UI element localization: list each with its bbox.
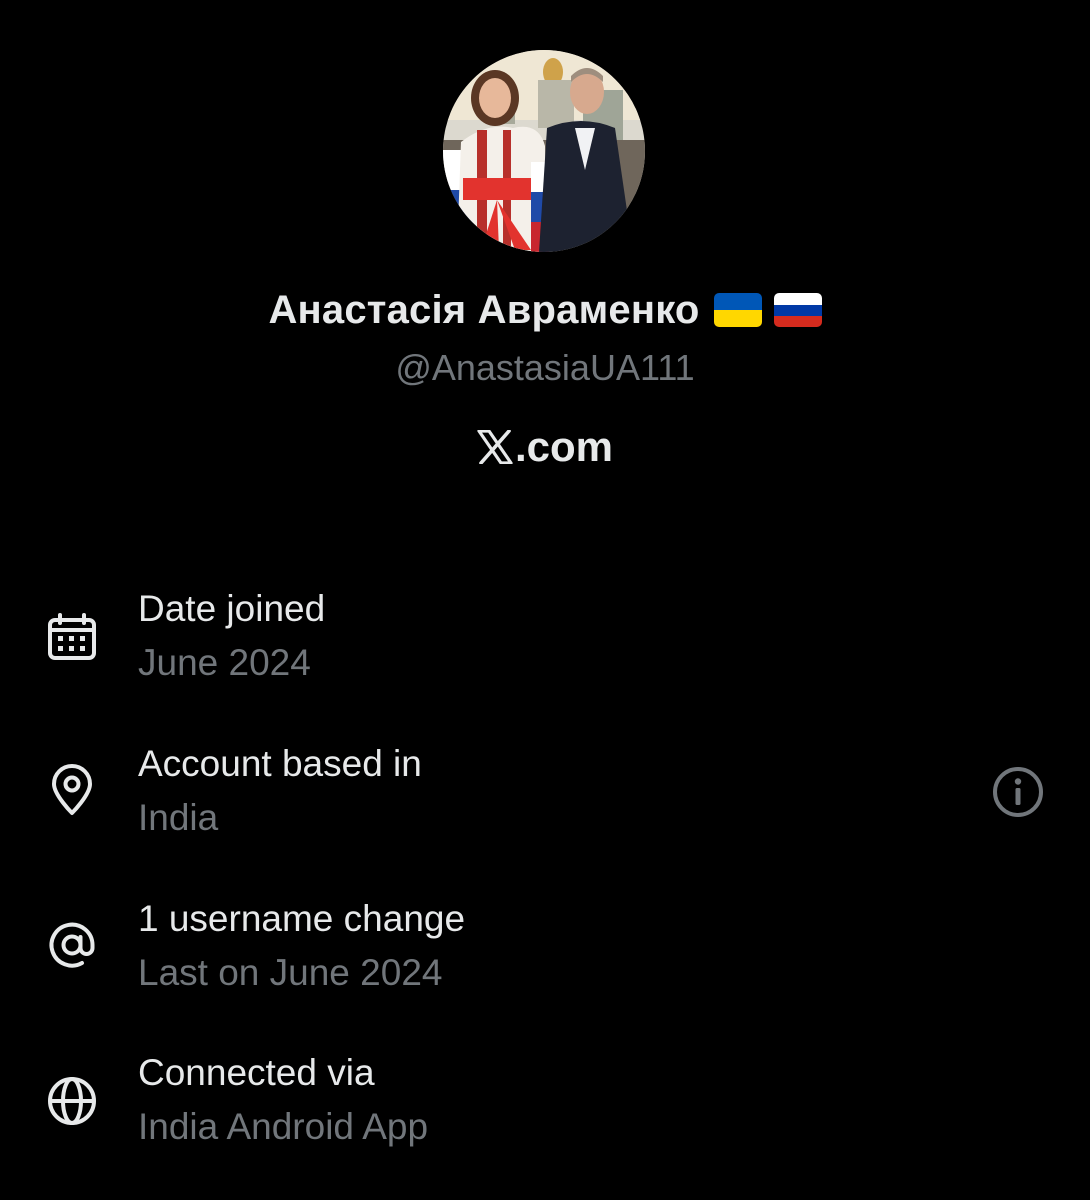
x-logo-icon [477,430,513,464]
flag-emojis [713,286,822,331]
profile-display-name-row: Анастасія Авраменко [0,288,1090,335]
info-icon[interactable] [990,764,1046,820]
date-joined-value: June 2024 [138,642,311,683]
flag-ukraine-icon [713,293,762,328]
profile-display-name: Анастасія Авраменко [268,288,700,332]
account-based-in-label: Account based in [138,743,422,784]
profile-avatar[interactable] [443,50,645,252]
account-based-in-value: India [138,797,219,838]
username-change-value: Last on June 2024 [138,952,443,993]
info-row-date-joined: Date joined June 2024 [0,588,1090,708]
info-row-connected-via: Connected via India Android App [0,1052,1090,1172]
profile-handle: @AnastasiaUA111 [395,347,695,388]
connected-via-value: India Android App [138,1106,429,1147]
at-sign-icon [49,922,95,968]
flag-russia-icon [773,293,822,328]
source-domain: .com [514,423,614,470]
globe-icon [48,1077,96,1125]
calendar-icon [48,613,96,660]
avatar-photo [443,50,645,252]
info-row-username-change: 1 username change Last on June 2024 [0,898,1090,1018]
info-row-account-based-in: Account based in India [0,743,1090,863]
date-joined-label: Date joined [138,588,326,629]
connected-via-label: Connected via [138,1052,375,1093]
location-pin-icon [52,764,92,815]
username-change-label: 1 username change [138,898,466,939]
source-label: .com [0,423,1090,471]
